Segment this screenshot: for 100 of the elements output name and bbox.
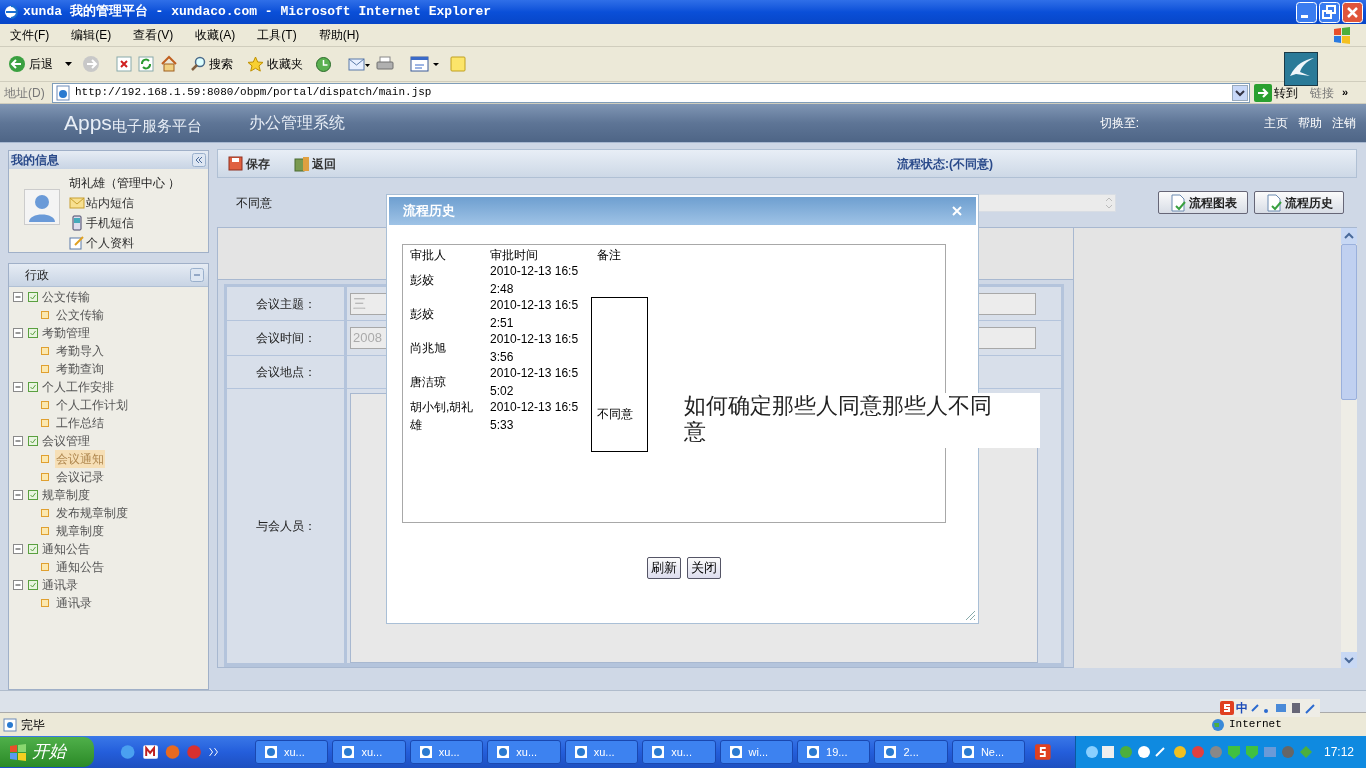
close-icon[interactable] xyxy=(952,206,962,216)
taskbar-button[interactable]: 2... xyxy=(874,740,948,764)
taskbar-button[interactable]: xu... xyxy=(564,740,639,764)
tree-item[interactable]: 公文传输 xyxy=(42,288,90,306)
window-icon xyxy=(806,745,821,759)
sidebar-link[interactable]: 站内短信 xyxy=(69,193,181,213)
favorites-button[interactable]: 收藏夹 xyxy=(247,55,303,73)
collapse-minus-icon[interactable] xyxy=(190,268,204,282)
leaf-square-icon xyxy=(41,599,49,607)
collapse-toggle-icon[interactable] xyxy=(13,381,24,393)
more-links-button[interactable]: » xyxy=(1342,84,1349,101)
tree-item[interactable]: 公文传输 xyxy=(55,306,105,324)
tree-item[interactable]: 发布规章制度 xyxy=(55,504,129,522)
field-label: 会议主题： xyxy=(227,287,347,320)
close-button[interactable] xyxy=(1342,1,1363,23)
history-icon[interactable] xyxy=(315,55,332,73)
taskbar-button[interactable]: xu... xyxy=(332,740,406,764)
links-button[interactable]: 链接 xyxy=(1310,83,1334,102)
mail-icon[interactable] xyxy=(348,56,370,72)
leaf-square-icon xyxy=(41,509,49,517)
header-link[interactable]: 注销 xyxy=(1332,114,1356,132)
tree-item[interactable]: 个人工作安排 xyxy=(42,378,114,396)
taskbar-button[interactable]: xu... xyxy=(487,740,561,764)
tree-item[interactable]: 工作总结 xyxy=(55,414,105,432)
flow-button[interactable]: 流程历史 xyxy=(1254,191,1344,214)
tree-item[interactable]: 规章制度 xyxy=(42,486,90,504)
tree-item[interactable]: 考勤管理 xyxy=(42,324,90,342)
tree-item[interactable]: 通知公告 xyxy=(55,558,105,576)
tree-item[interactable]: 通知公告 xyxy=(42,540,90,558)
collapse-icon[interactable] xyxy=(192,153,206,167)
window-icon xyxy=(573,745,588,759)
scroll-up-icon[interactable] xyxy=(1341,228,1357,244)
window-icon xyxy=(728,745,743,759)
column-header: 审批人 xyxy=(410,247,447,264)
edit-icon[interactable] xyxy=(410,56,440,72)
search-button[interactable]: 搜索 xyxy=(190,55,233,73)
window-title: xunda 我的管理平台 - xundaco.com - Microsoft Internet Explorer xyxy=(23,3,493,22)
taskbar-button[interactable]: xu... xyxy=(642,740,716,764)
taskbar-button[interactable]: Ne... xyxy=(951,740,1026,764)
panel-title: 我的信息 xyxy=(11,152,59,169)
back-button[interactable]: 后退 xyxy=(6,55,55,73)
tree-item[interactable]: 规章制度 xyxy=(55,522,105,540)
refresh-icon[interactable] xyxy=(138,56,154,72)
toolbar-button[interactable]: 返回 xyxy=(294,154,336,173)
header-link[interactable]: 帮助 xyxy=(1298,114,1322,132)
restore-button[interactable] xyxy=(1319,1,1340,23)
address-field[interactable]: http://192.168.1.59:8080/obpm/portal/dispatch/main.jsp xyxy=(52,82,1250,103)
taskbar-button[interactable]: xu... xyxy=(409,740,484,764)
stop-icon[interactable] xyxy=(116,56,132,72)
scroll-thumb[interactable] xyxy=(1341,244,1357,400)
tree-item[interactable]: 个人工作计划 xyxy=(55,396,129,414)
collapse-toggle-icon[interactable] xyxy=(13,327,24,339)
printer-icon[interactable] xyxy=(376,56,394,72)
menu-item[interactable]: 编辑(E) xyxy=(65,26,118,44)
menu-item[interactable]: 工具(T) xyxy=(251,26,303,44)
field-label: 会议时间： xyxy=(227,321,347,355)
collapse-toggle-icon[interactable] xyxy=(13,489,24,501)
menu-item[interactable]: 收藏(A) xyxy=(189,26,242,44)
table-cell-text: 2010-12-13 16:55:33 xyxy=(490,399,580,434)
leaf-square-icon xyxy=(41,455,49,463)
start-button[interactable]: 开始 xyxy=(0,737,94,767)
scroll-down-icon[interactable] xyxy=(1341,652,1357,668)
tree-item[interactable]: 通讯录 xyxy=(55,594,93,612)
flow-button[interactable]: 流程图表 xyxy=(1158,191,1248,214)
taskbar-button[interactable]: xu... xyxy=(255,740,329,764)
header-link[interactable]: 主页 xyxy=(1264,114,1288,132)
collapse-toggle-icon[interactable] xyxy=(13,543,24,555)
ime-toolbar[interactable]: 中 xyxy=(1220,699,1320,717)
toolbar-button[interactable]: 保存 xyxy=(228,154,270,173)
go-button[interactable]: 转到 xyxy=(1254,83,1298,102)
sidebar-link[interactable]: 个人资料 xyxy=(69,233,181,253)
tree-item[interactable]: 会议管理 xyxy=(42,432,90,450)
tree-item[interactable]: 会议记录 xyxy=(55,468,105,486)
taskbar-button[interactable]: 19... xyxy=(797,740,871,764)
tree-item[interactable]: 考勤查询 xyxy=(55,360,105,378)
app-icon[interactable] xyxy=(1035,744,1051,760)
leaf-square-icon xyxy=(41,347,49,355)
resize-grip-icon[interactable] xyxy=(964,609,976,621)
taskbar-button[interactable]: wi... xyxy=(719,740,794,764)
sidebar-link[interactable]: 手机短信 xyxy=(69,213,181,233)
collapse-toggle-icon[interactable] xyxy=(13,579,24,591)
bird-logo-icon xyxy=(1284,52,1318,86)
menu-item[interactable]: 查看(V) xyxy=(127,26,180,44)
dropdown-caret-icon[interactable] xyxy=(65,62,72,66)
table-cell-text: 彭姣 xyxy=(410,306,435,323)
field-label: 会议地点： xyxy=(227,356,347,388)
menu-item[interactable]: 帮助(H) xyxy=(312,26,366,44)
dialog-button[interactable]: 刷新 xyxy=(646,557,681,579)
address-label: 地址(D) xyxy=(4,84,46,102)
tree-item[interactable]: 考勤导入 xyxy=(55,342,105,360)
folder-check-icon xyxy=(28,382,38,392)
folder-check-icon xyxy=(28,490,38,500)
menu-item[interactable]: 文件(F) xyxy=(4,26,56,44)
dialog-button[interactable]: 关闭 xyxy=(686,557,721,579)
scrollbar[interactable] xyxy=(1341,228,1357,668)
minimize-button[interactable] xyxy=(1296,1,1317,23)
collapse-toggle-icon[interactable] xyxy=(13,291,24,303)
collapse-toggle-icon[interactable] xyxy=(13,435,24,447)
tree-item[interactable]: 通讯录 xyxy=(42,576,78,594)
home-icon[interactable] xyxy=(160,55,178,73)
